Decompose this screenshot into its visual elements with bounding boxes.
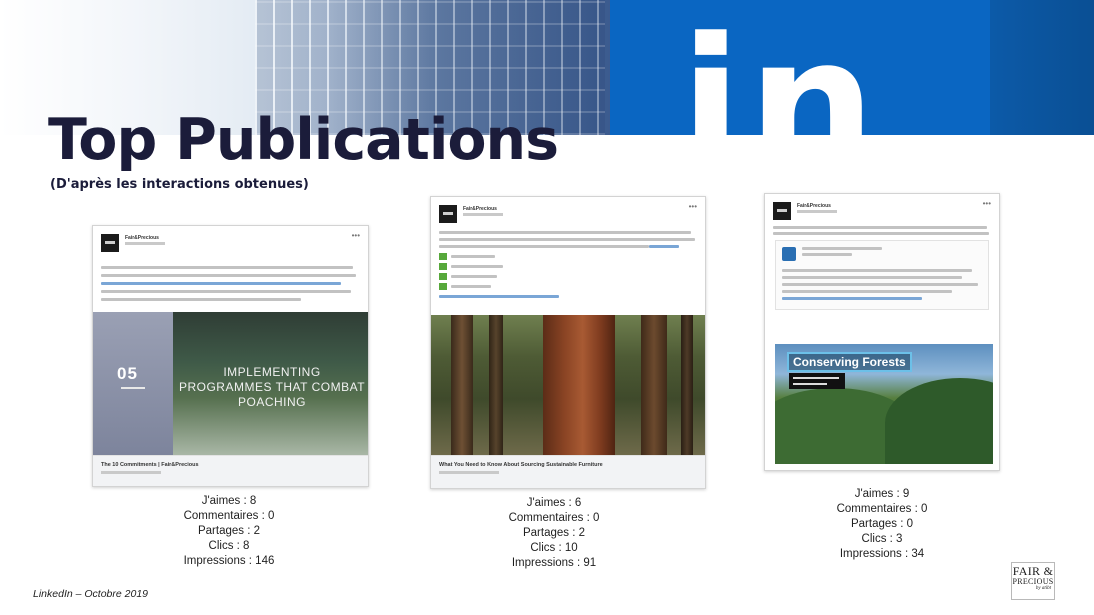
shares-count: Partages : 2 — [197, 525, 260, 537]
post-header: Fair&Precious ••• — [439, 202, 697, 227]
sequoia-trunk — [543, 315, 615, 455]
shared-author-logo-icon — [782, 247, 796, 261]
post-author: Fair&Precious — [463, 206, 497, 212]
post-author: Fair&Precious — [797, 203, 831, 209]
tree-trunk — [451, 315, 473, 455]
company-logo-icon — [773, 202, 791, 220]
post-meta — [463, 213, 503, 216]
shared-text-line — [782, 283, 978, 286]
image-caption-box — [789, 373, 845, 389]
checkmark-icon — [439, 253, 447, 260]
post-text-line — [439, 245, 649, 248]
link-preview-footer[interactable]: The 10 Commitments | Fair&Precious — [93, 455, 368, 486]
link-preview-footer[interactable]: What You Need to Know About Sourcing Sus… — [431, 455, 705, 488]
post-text-line — [773, 226, 987, 229]
post-card-2[interactable]: Fair&Precious ••• What You Need to Know … — [430, 196, 706, 489]
comments-count: Commentaires : 0 — [836, 503, 928, 515]
brand-logo-line3: by atibt — [1035, 586, 1051, 591]
post-text-line — [101, 298, 301, 301]
shared-meta-line — [802, 253, 852, 256]
post-list-item — [451, 285, 491, 288]
link-title: The 10 Commitments | Fair&Precious — [101, 462, 199, 468]
company-logo-icon — [101, 234, 119, 252]
post-image[interactable]: Conserving Forests — [775, 344, 993, 464]
company-logo-icon — [439, 205, 457, 223]
image-overlay-text: IMPLEMENTING PROGRAMMES THAT COMBAT POAC… — [178, 365, 366, 409]
post-author: Fair&Precious — [125, 235, 159, 241]
post-text-link[interactable] — [439, 295, 559, 298]
post-text-line — [101, 274, 356, 277]
image-overlay-text: Conserving Forests — [787, 352, 912, 372]
tree-trunk — [489, 315, 503, 455]
post-meta — [125, 242, 165, 245]
link-source — [439, 471, 499, 474]
forest-hill — [885, 378, 993, 464]
impressions-count: Impressions : 146 — [183, 555, 275, 567]
banner-edge — [990, 0, 1094, 135]
post-header: Fair&Precious ••• — [101, 231, 360, 256]
post-text-line — [439, 238, 695, 241]
more-options-icon[interactable]: ••• — [689, 202, 697, 211]
post-header: Fair&Precious ••• — [773, 199, 991, 224]
impressions-count: Impressions : 91 — [511, 557, 597, 569]
shared-post-card[interactable] — [775, 240, 989, 310]
post-text-line — [101, 266, 353, 269]
likes-count: J'aimes : 6 — [526, 497, 582, 509]
fair-precious-logo: FAIR & PRECIOUS by atibt — [1011, 562, 1055, 600]
shared-text-line — [782, 276, 962, 279]
shares-count: Partages : 2 — [522, 527, 585, 539]
post-2-stats: J'aimes : 6 Commentaires : 0 Partages : … — [464, 496, 644, 571]
link-title: What You Need to Know About Sourcing Sus… — [439, 462, 603, 468]
clicks-count: Clics : 10 — [530, 542, 578, 554]
post-list-item — [451, 275, 497, 278]
checkmark-icon — [439, 273, 447, 280]
comments-count: Commentaires : 0 — [508, 512, 600, 524]
page-subtitle: (D'après les interactions obtenues) — [50, 177, 309, 192]
shared-text-line — [782, 269, 972, 272]
link-source — [101, 471, 161, 474]
likes-count: J'aimes : 8 — [201, 495, 257, 507]
post-text-link[interactable] — [649, 245, 679, 248]
post-text-line — [101, 290, 351, 293]
shares-count: Partages : 0 — [850, 518, 913, 530]
post-1-stats: J'aimes : 8 Commentaires : 0 Partages : … — [139, 494, 319, 569]
source-caption: LinkedIn – Octobre 2019 — [33, 588, 148, 600]
impressions-count: Impressions : 34 — [839, 548, 925, 560]
post-card-3[interactable]: Fair&Precious ••• Conserving Forests — [764, 193, 1000, 471]
brand-logo-line2: PRECIOUS — [1012, 577, 1054, 586]
comments-count: Commentaires : 0 — [183, 510, 275, 522]
shared-text-link[interactable] — [782, 297, 922, 300]
tree-trunk — [681, 315, 693, 455]
post-meta — [797, 210, 837, 213]
post-card-1[interactable]: Fair&Precious ••• 05 IMPLEMENTING PROGRA… — [92, 225, 369, 487]
likes-count: J'aimes : 9 — [854, 488, 910, 500]
tree-trunk — [641, 315, 667, 455]
linkedin-logo-icon: in — [680, 0, 882, 135]
post-list-item — [451, 265, 503, 268]
brand-logo-line1: FAIR & — [1012, 564, 1054, 578]
more-options-icon[interactable]: ••• — [352, 231, 360, 240]
commitment-number: 05 — [117, 364, 138, 383]
more-options-icon[interactable]: ••• — [983, 199, 991, 208]
clicks-count: Clics : 3 — [861, 533, 903, 545]
shared-author-line — [802, 247, 882, 250]
post-text-line — [773, 232, 989, 235]
post-text-line — [439, 231, 691, 234]
post-image[interactable]: 05 IMPLEMENTING PROGRAMMES THAT COMBAT P… — [93, 312, 368, 455]
page-title: Top Publications — [48, 107, 559, 173]
post-list-item — [451, 255, 495, 258]
checkmark-icon — [439, 283, 447, 290]
commitment-label — [121, 387, 145, 389]
post-text-line — [101, 282, 341, 285]
checkmark-icon — [439, 263, 447, 270]
shared-text-line — [782, 290, 952, 293]
post-image[interactable] — [431, 315, 705, 455]
clicks-count: Clics : 8 — [208, 540, 250, 552]
post-3-stats: J'aimes : 9 Commentaires : 0 Partages : … — [792, 487, 972, 562]
